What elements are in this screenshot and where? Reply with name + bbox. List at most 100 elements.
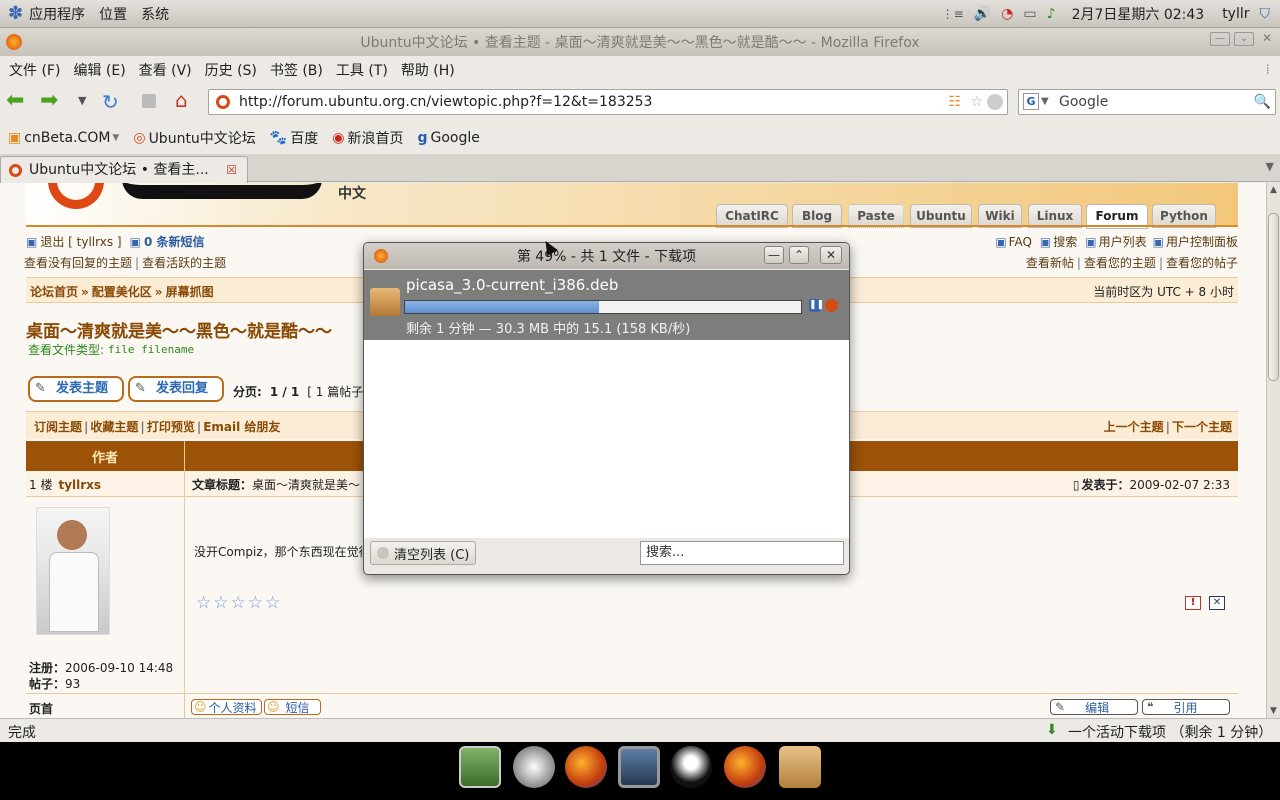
download-summary[interactable]: 一个活动下载项 （剩余 1 分钟） <box>1068 722 1272 742</box>
maximize-button[interactable]: ⌄ <box>1234 32 1254 46</box>
cancel-icon[interactable] <box>825 299 838 312</box>
history-dropdown-icon[interactable]: ▼ <box>78 94 86 107</box>
new-messages-link[interactable]: 0 条新短信 <box>144 233 205 250</box>
volume-icon[interactable]: 🔊 <box>974 6 991 22</box>
close-button[interactable]: ✕ <box>1258 32 1276 46</box>
pause-icon[interactable]: ❚❚ <box>809 299 824 312</box>
google-engine-icon[interactable]: G <box>1023 93 1039 110</box>
battery-icon[interactable]: ▭ <box>1023 6 1036 22</box>
places-menu[interactable]: 位置 <box>99 4 127 24</box>
dialog-minimize-button[interactable]: — <box>764 246 784 264</box>
menu-history[interactable]: 历史 (S) <box>205 60 257 80</box>
stop-icon[interactable] <box>142 94 156 108</box>
url-go-icon[interactable] <box>987 94 1003 110</box>
print-link[interactable]: 打印预览 <box>147 418 195 435</box>
download-status-icon[interactable]: ⬇ <box>1046 722 1058 738</box>
reload-icon[interactable]: ↻ <box>102 90 119 114</box>
trash-icon[interactable] <box>779 746 821 788</box>
faq-link[interactable]: FAQ <box>1009 235 1032 249</box>
menu-tools[interactable]: 工具 (T) <box>336 60 388 80</box>
scroll-down-icon[interactable]: ▼ <box>1270 706 1277 716</box>
prev-topic-link[interactable]: 上一个主题 <box>1104 418 1164 435</box>
star-icon[interactable]: ☆ <box>248 593 265 613</box>
menu-bookmarks[interactable]: 书签 (B) <box>270 60 323 80</box>
breadcrumb-forum[interactable]: 屏幕抓图 <box>166 283 214 300</box>
audio-player-icon[interactable] <box>513 746 555 788</box>
gnome-foot-icon[interactable]: ✽ <box>8 3 23 24</box>
home-icon[interactable]: ⌂ <box>175 88 188 112</box>
rating-stars[interactable]: ☆ ☆ ☆ ☆ ☆ <box>196 593 282 613</box>
bookmark-ubuntu-forum[interactable]: ◎ Ubuntu中文论坛 <box>133 128 255 148</box>
tab-close-icon[interactable]: ☒ <box>226 157 237 183</box>
engine-dropdown-icon[interactable]: ▼ <box>1041 90 1049 114</box>
bookmark-topic-link[interactable]: 收藏主题 <box>90 418 138 435</box>
minimize-button[interactable]: — <box>1210 32 1230 46</box>
new-posts-link[interactable]: 查看新帖 <box>1026 254 1074 271</box>
menu-file[interactable]: 文件 (F) <box>9 60 60 80</box>
shield-icon[interactable]: ⛉ <box>1260 6 1271 22</box>
active-topics-link[interactable]: 查看活跃的主题 <box>142 254 226 271</box>
your-topics-link[interactable]: 查看您的主题 <box>1084 254 1156 271</box>
applications-menu[interactable]: 应用程序 <box>29 4 85 24</box>
dialog-titlebar[interactable]: 第 49% - 共 1 文件 - 下载项 — ⌃ ✕ <box>364 243 849 269</box>
bookmark-sina[interactable]: ◉ 新浪首页 <box>332 128 403 148</box>
wifi-icon[interactable]: ◔ <box>1001 6 1013 22</box>
qq-icon[interactable] <box>670 746 712 788</box>
star-icon[interactable]: ☆ <box>231 593 248 613</box>
forward-icon[interactable]: ➡ <box>40 90 58 112</box>
user-menu[interactable]: tyllr <box>1222 6 1249 22</box>
post-topic-button[interactable]: ✎ 发表主题 <box>28 376 124 402</box>
ucp-link[interactable]: 用户控制面板 <box>1166 233 1238 250</box>
dialog-close-button[interactable]: ✕ <box>820 246 842 264</box>
search-link[interactable]: 搜索 <box>1053 233 1077 250</box>
rss-icon[interactable]: ☷ <box>948 90 961 114</box>
unanswered-link[interactable]: 查看没有回复的主题 <box>24 254 132 271</box>
notification-icon[interactable]: ⋮≡ <box>942 7 964 21</box>
profile-button[interactable]: ☺ 个人资料 <box>191 699 262 715</box>
dialog-maximize-button[interactable]: ⌃ <box>789 246 809 264</box>
menu-view[interactable]: 查看 (V) <box>139 60 192 80</box>
download-item[interactable]: picasa_3.0-current_i386.deb ❚❚ 剩余 1 分钟 —… <box>364 270 849 340</box>
back-to-top-link[interactable]: 页首 <box>29 700 53 717</box>
scrollbar-thumb[interactable] <box>1268 213 1279 381</box>
author-link[interactable]: tyllrxs <box>58 478 101 492</box>
star-icon[interactable]: ☆ <box>196 593 213 613</box>
back-icon[interactable]: ⬅ <box>6 90 24 112</box>
breadcrumb-home[interactable]: 论坛首页 <box>30 283 78 300</box>
tab-list-icon[interactable]: ▼ <box>1266 160 1274 173</box>
image-viewer-icon[interactable] <box>459 746 501 788</box>
page-scrollbar[interactable]: ▲ ▼ <box>1266 183 1280 718</box>
clock[interactable]: 2月7日星期六 02:43 <box>1072 4 1205 24</box>
bookmark-cnbeta[interactable]: ▣ cnBeta.COM ▼ <box>8 130 119 146</box>
breadcrumb-category[interactable]: 配置美化区 <box>92 283 152 300</box>
bookmark-star-icon[interactable]: ☆ <box>970 90 983 114</box>
quote-button[interactable]: ❝ 引用 <box>1142 699 1230 715</box>
logout-link[interactable]: 退出 [ tyllrxs ] <box>40 233 121 250</box>
speaker-icon[interactable]: ♪ <box>1047 6 1056 22</box>
bookmark-baidu[interactable]: 🐾 百度 <box>270 128 318 148</box>
members-link[interactable]: 用户列表 <box>1099 233 1147 250</box>
clear-list-button[interactable]: 清空列表 (C) <box>370 541 477 565</box>
next-topic-link[interactable]: 下一个主题 <box>1172 418 1232 435</box>
downloads-search-input[interactable]: 搜索... <box>640 541 844 565</box>
your-posts-link[interactable]: 查看您的帖子 <box>1166 254 1238 271</box>
email-link[interactable]: Email 给朋友 <box>203 418 280 435</box>
search-bar[interactable]: G ▼ Google 🔍 <box>1018 89 1276 115</box>
edit-button[interactable]: ✎ 编辑 <box>1050 699 1138 715</box>
search-icon[interactable]: 🔍 <box>1254 90 1271 114</box>
tab-ubuntu-forum[interactable]: Ubuntu中文论坛 • 查看主... ☒ <box>0 156 248 183</box>
bookmark-google[interactable]: g Google <box>417 130 479 146</box>
firefox-dock-icon[interactable] <box>565 746 607 788</box>
subscribe-link[interactable]: 订阅主题 <box>34 418 82 435</box>
post-reply-button[interactable]: ✎ 发表回复 <box>128 376 224 402</box>
menu-help[interactable]: 帮助 (H) <box>401 60 455 80</box>
system-menu[interactable]: 系统 <box>141 4 169 24</box>
scroll-up-icon[interactable]: ▲ <box>1270 185 1277 195</box>
star-icon[interactable]: ☆ <box>265 593 282 613</box>
ubuntu-logo[interactable] <box>48 183 104 209</box>
report-icon[interactable]: ! <box>1185 596 1201 610</box>
firefox-downloads-icon[interactable] <box>724 746 766 788</box>
topic-title[interactable]: 桌面～清爽就是美～～黑色～就是酷～～ <box>26 317 332 342</box>
warn-icon[interactable]: ✕ <box>1209 596 1225 610</box>
url-bar[interactable]: http://forum.ubuntu.org.cn/viewtopic.php… <box>208 89 1008 115</box>
